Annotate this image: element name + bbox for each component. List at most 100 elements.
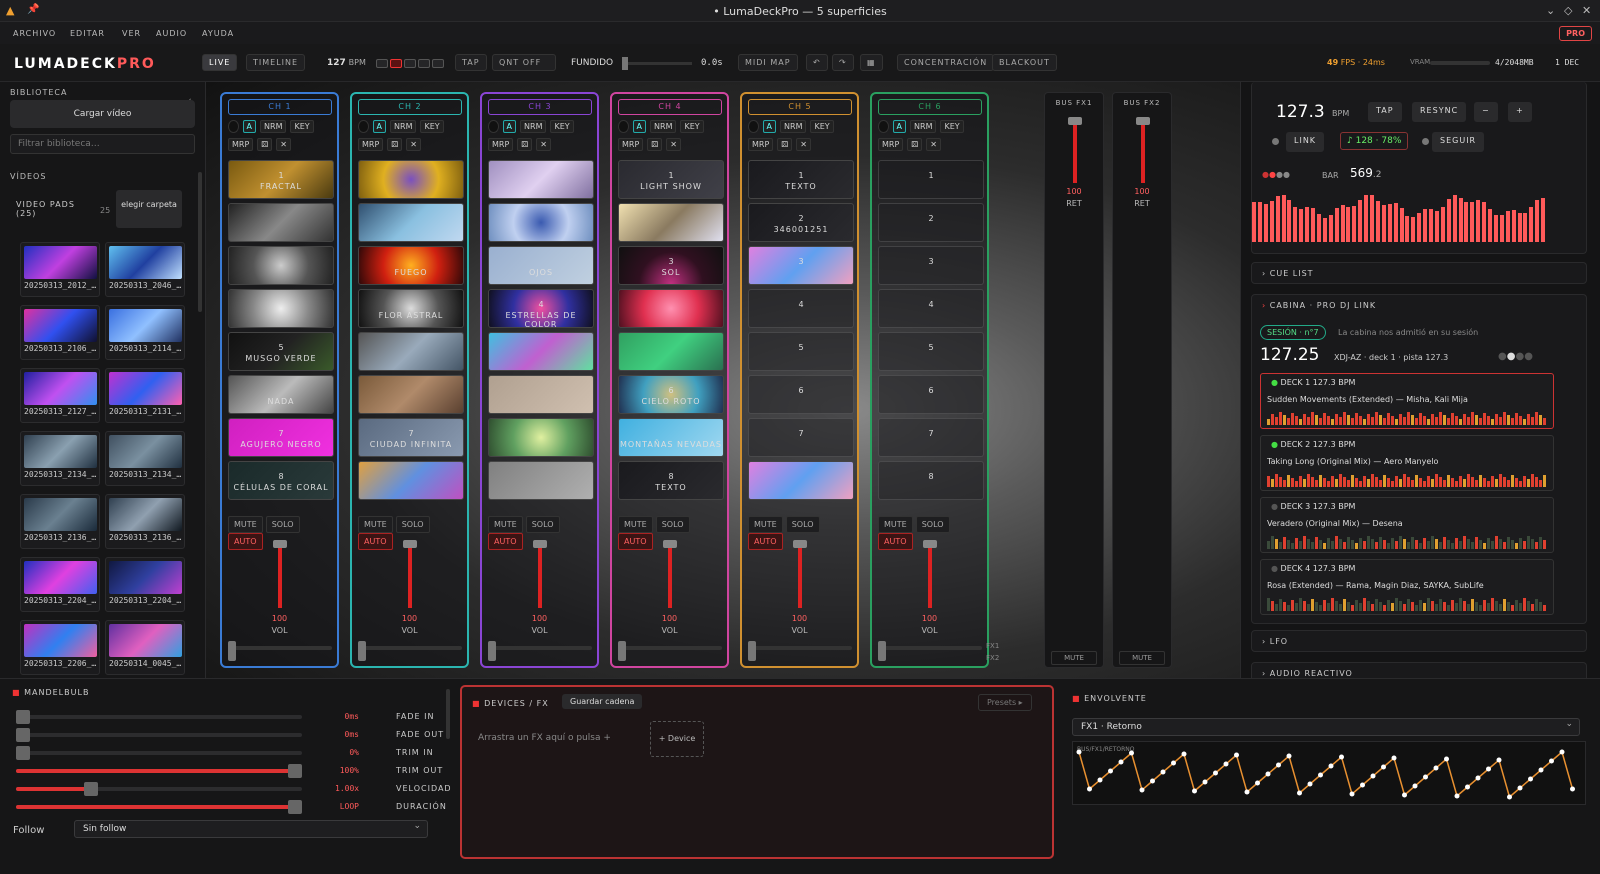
clip-pad[interactable]: 3 <box>748 246 854 285</box>
envelope-point[interactable] <box>1223 761 1229 767</box>
param-knob[interactable] <box>16 728 30 742</box>
clip-pad[interactable]: 4 <box>748 289 854 328</box>
envelope-point[interactable] <box>1265 771 1271 777</box>
envelope-point[interactable] <box>1160 769 1166 775</box>
mrp-button[interactable]: MRP <box>228 138 254 151</box>
clip-pad[interactable]: 2 <box>878 203 984 242</box>
clip-pad[interactable]: 3 SOL <box>618 246 724 285</box>
nrm-button[interactable]: NRM <box>520 120 547 133</box>
bus-mute-button[interactable]: MUTE <box>1051 651 1097 665</box>
volume-fader[interactable] <box>928 542 932 608</box>
clip-pad[interactable]: OJOS <box>488 246 594 285</box>
video-thumb[interactable]: 20250313_2136_… <box>105 494 185 549</box>
channel-led[interactable] <box>878 120 889 133</box>
cargar-video-button[interactable]: Cargar vídeo <box>10 100 195 128</box>
envelope-point[interactable] <box>1139 787 1145 793</box>
clip-pad[interactable] <box>618 289 724 328</box>
clip-pad[interactable] <box>358 375 464 414</box>
sidebar-scrollbar[interactable] <box>198 172 202 312</box>
key-button[interactable]: KEY <box>420 120 444 133</box>
envelope-point[interactable] <box>1517 785 1523 791</box>
video-thumb[interactable]: 20250313_2114_… <box>105 305 185 360</box>
random-icon[interactable]: ⚄ <box>517 138 533 151</box>
clip-pad[interactable]: 6 <box>878 375 984 414</box>
clip-pad[interactable]: 3 <box>878 246 984 285</box>
clip-pad[interactable] <box>488 375 594 414</box>
video-thumb[interactable]: 20250313_2134_… <box>20 431 100 486</box>
clip-pad[interactable] <box>358 160 464 199</box>
video-thumb[interactable]: 20250313_2206_… <box>20 620 100 675</box>
menu-ver[interactable]: VER <box>122 29 141 38</box>
bpm-plus-button[interactable]: + <box>1508 102 1532 122</box>
key-button[interactable]: KEY <box>680 120 704 133</box>
envelope-curve[interactable] <box>1073 742 1585 804</box>
clip-pad[interactable]: 2 346001251 <box>748 203 854 242</box>
elegir-carpeta-button[interactable]: elegir carpeta <box>116 190 182 228</box>
fader-knob[interactable] <box>533 540 547 548</box>
volume-fader[interactable] <box>278 542 282 608</box>
mute-button[interactable]: MUTE <box>358 516 393 533</box>
solo-button[interactable]: SOLO <box>525 516 560 533</box>
key-button[interactable]: KEY <box>550 120 574 133</box>
send-knob[interactable] <box>748 641 756 661</box>
clear-icon[interactable]: ✕ <box>666 138 681 151</box>
link-button[interactable]: LINK <box>1286 132 1325 152</box>
envelope-point[interactable] <box>1475 775 1481 781</box>
bus-mute-button[interactable]: MUTE <box>1119 651 1165 665</box>
send-slider[interactable] <box>358 646 462 650</box>
clip-pad[interactable]: 5 <box>878 332 984 371</box>
undo-icon[interactable]: ↶ <box>806 54 828 71</box>
envelope-point[interactable] <box>1454 793 1460 799</box>
send-knob[interactable] <box>488 641 496 661</box>
envelope-point[interactable] <box>1412 783 1418 789</box>
solo-button[interactable]: SOLO <box>785 516 820 533</box>
volume-fader[interactable] <box>408 542 412 608</box>
key-button[interactable]: KEY <box>810 120 834 133</box>
envelope-point[interactable] <box>1297 790 1302 796</box>
envelope-point[interactable] <box>1108 768 1113 774</box>
tap-tempo-button[interactable]: TAP <box>1368 102 1402 122</box>
resync-button[interactable]: RESYNC <box>1412 102 1467 122</box>
clip-pad[interactable]: 6 <box>748 375 854 414</box>
channel-led[interactable] <box>748 120 759 133</box>
clip-pad[interactable]: MONTAÑAS NEVADAS <box>618 418 724 457</box>
send-knob[interactable] <box>358 641 366 661</box>
mrp-button[interactable]: MRP <box>358 138 384 151</box>
envelope-point[interactable] <box>1465 784 1470 790</box>
blend-a-button[interactable]: A <box>242 120 257 133</box>
envelope-editor[interactable]: BUS/FX1/RETORNO <box>1072 741 1586 805</box>
auto-button[interactable]: AUTO <box>748 533 783 550</box>
envelope-point[interactable] <box>1076 749 1082 755</box>
bpm-minus-button[interactable]: − <box>1474 102 1498 122</box>
fader-knob[interactable] <box>403 540 417 548</box>
close-icon[interactable]: ✕ <box>1582 4 1591 17</box>
video-thumb[interactable]: 20250313_2012_… <box>20 242 100 297</box>
clip-pad[interactable]: 5 <box>748 332 854 371</box>
bus-fader-knob[interactable] <box>1068 117 1082 125</box>
mrp-button[interactable]: MRP <box>748 138 774 151</box>
send-slider[interactable] <box>748 646 852 650</box>
concentracion-button[interactable]: CONCENTRACIÓN <box>897 54 995 71</box>
send-slider[interactable] <box>228 646 332 650</box>
menu-audio[interactable]: AUDIO <box>156 29 187 38</box>
envelope-point[interactable] <box>1528 776 1533 782</box>
envelope-point[interactable] <box>1538 767 1544 773</box>
envelope-point[interactable] <box>1423 774 1428 780</box>
clip-pad[interactable]: 4 <box>878 289 984 328</box>
guardar-cadena-button[interactable]: Guardar cadena <box>562 694 643 709</box>
blend-a-button[interactable]: A <box>372 120 387 133</box>
solo-button[interactable]: SOLO <box>265 516 300 533</box>
random-icon[interactable]: ⚄ <box>257 138 273 151</box>
video-thumb[interactable]: 20250313_2046_… <box>105 242 185 297</box>
fade-slider[interactable] <box>622 57 692 70</box>
envelope-point[interactable] <box>1370 773 1376 779</box>
param-slider[interactable] <box>16 728 302 742</box>
envelope-point[interactable] <box>1381 764 1386 770</box>
random-icon[interactable]: ⚄ <box>777 138 793 151</box>
send-knob[interactable] <box>228 641 236 661</box>
blackout-button[interactable]: BLACKOUT <box>992 54 1057 71</box>
clip-pad[interactable]: 6 CIELO ROTO <box>618 375 724 414</box>
envelope-point[interactable] <box>1276 762 1281 768</box>
bus-fader[interactable] <box>1073 123 1077 183</box>
envelope-point[interactable] <box>1570 786 1575 792</box>
